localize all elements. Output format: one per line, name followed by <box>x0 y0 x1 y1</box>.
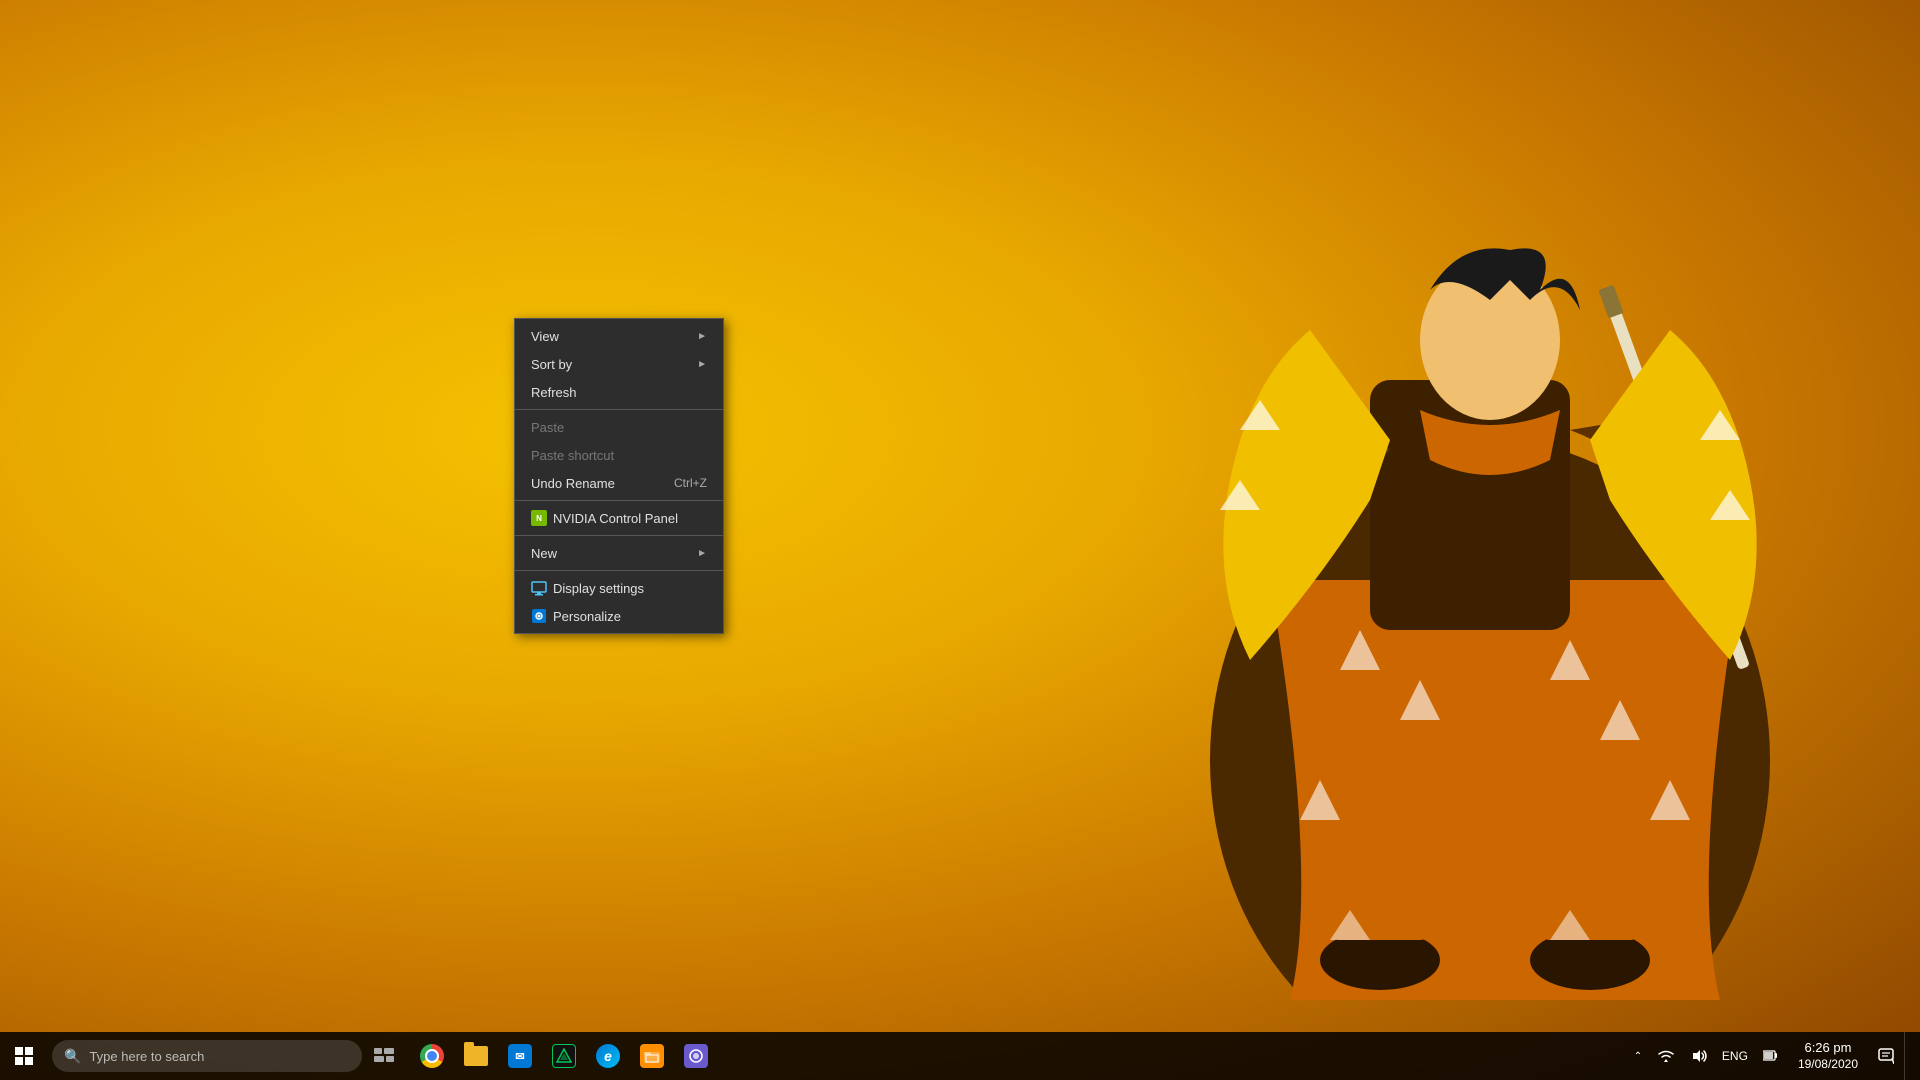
menu-separator-2 <box>515 500 723 501</box>
context-menu-item-view[interactable]: View ► <box>515 322 723 350</box>
windows-logo-icon <box>15 1047 33 1065</box>
context-menu-sortby-arrow: ► <box>697 359 707 370</box>
context-menu-paste-label: Paste <box>531 420 707 435</box>
task-view-icon <box>374 1048 394 1064</box>
menu-separator-1 <box>515 409 723 410</box>
predator-icon <box>552 1044 576 1068</box>
context-menu-item-personalize[interactable]: Personalize <box>515 602 723 630</box>
folder-icon <box>464 1046 488 1066</box>
context-menu-sortby-label: Sort by <box>531 357 697 372</box>
context-menu-personalize-label: Personalize <box>553 609 707 624</box>
context-menu-undo-rename-label: Undo Rename <box>531 476 654 491</box>
context-menu: View ► Sort by ► Refresh Paste Paste sho… <box>514 318 724 634</box>
display-settings-icon <box>531 580 547 596</box>
filemanager-icon <box>640 1044 664 1068</box>
notification-button[interactable] <box>1870 1032 1902 1080</box>
taskbar-app-file-explorer[interactable] <box>454 1034 498 1078</box>
context-menu-item-nvidia[interactable]: N NVIDIA Control Panel <box>515 504 723 532</box>
context-menu-paste-shortcut-label: Paste shortcut <box>531 448 707 463</box>
wifi-icon[interactable] <box>1650 1040 1682 1072</box>
menu-separator-3 <box>515 535 723 536</box>
taskbar-app-predator[interactable] <box>542 1034 586 1078</box>
pinned-apps-area: ✉ e <box>410 1032 718 1080</box>
context-menu-item-sortby[interactable]: Sort by ► <box>515 350 723 378</box>
task-view-button[interactable] <box>362 1032 406 1080</box>
context-menu-new-label: New <box>531 546 697 561</box>
context-menu-nvidia-label: NVIDIA Control Panel <box>553 511 707 526</box>
search-icon: 🔍 <box>64 1048 81 1065</box>
context-menu-new-arrow: ► <box>697 548 707 559</box>
context-menu-item-refresh[interactable]: Refresh <box>515 378 723 406</box>
language-indicator[interactable]: ENG <box>1718 1040 1752 1072</box>
context-menu-display-label: Display settings <box>553 581 707 596</box>
context-menu-item-paste-shortcut: Paste shortcut <box>515 441 723 469</box>
system-tray: ⌃ ENG <box>1628 1032 1920 1080</box>
context-menu-view-arrow: ► <box>697 331 707 342</box>
taskbar: 🔍 Type here to search ✉ <box>0 1032 1920 1080</box>
tray-overflow-button[interactable]: ⌃ <box>1628 1032 1648 1080</box>
menu-separator-4 <box>515 570 723 571</box>
context-menu-view-label: View <box>531 329 697 344</box>
clock-display[interactable]: 6:26 pm 19/08/2020 <box>1788 1032 1868 1080</box>
personalize-icon <box>531 608 547 624</box>
context-menu-item-display-settings[interactable]: Display settings <box>515 574 723 602</box>
taskbar-app-chrome[interactable] <box>410 1034 454 1078</box>
context-menu-item-undo-rename[interactable]: Undo Rename Ctrl+Z <box>515 469 723 497</box>
clock-time: 6:26 pm <box>1804 1040 1851 1057</box>
show-desktop-button[interactable] <box>1904 1032 1912 1080</box>
mail-icon: ✉ <box>508 1044 532 1068</box>
context-menu-item-paste: Paste <box>515 413 723 441</box>
taskbar-app-mail[interactable]: ✉ <box>498 1034 542 1078</box>
taskbar-app-unknown[interactable] <box>674 1034 718 1078</box>
unknown-app-icon <box>684 1044 708 1068</box>
chrome-icon <box>420 1044 444 1068</box>
battery-icon[interactable] <box>1754 1040 1786 1072</box>
start-button[interactable] <box>0 1032 48 1080</box>
nvidia-icon: N <box>531 510 547 526</box>
taskbar-app-filemanager[interactable] <box>630 1034 674 1078</box>
desktop-background <box>0 0 1920 1080</box>
taskbar-search[interactable]: 🔍 Type here to search <box>52 1040 362 1072</box>
language-label: ENG <box>1722 1049 1748 1063</box>
volume-icon[interactable] <box>1684 1040 1716 1072</box>
context-menu-refresh-label: Refresh <box>531 385 707 400</box>
edge-icon: e <box>596 1044 620 1068</box>
context-menu-undo-rename-shortcut: Ctrl+Z <box>674 476 707 490</box>
clock-date: 19/08/2020 <box>1798 1057 1858 1073</box>
search-placeholder: Type here to search <box>89 1049 204 1064</box>
context-menu-item-new[interactable]: New ► <box>515 539 723 567</box>
taskbar-app-edge[interactable]: e <box>586 1034 630 1078</box>
